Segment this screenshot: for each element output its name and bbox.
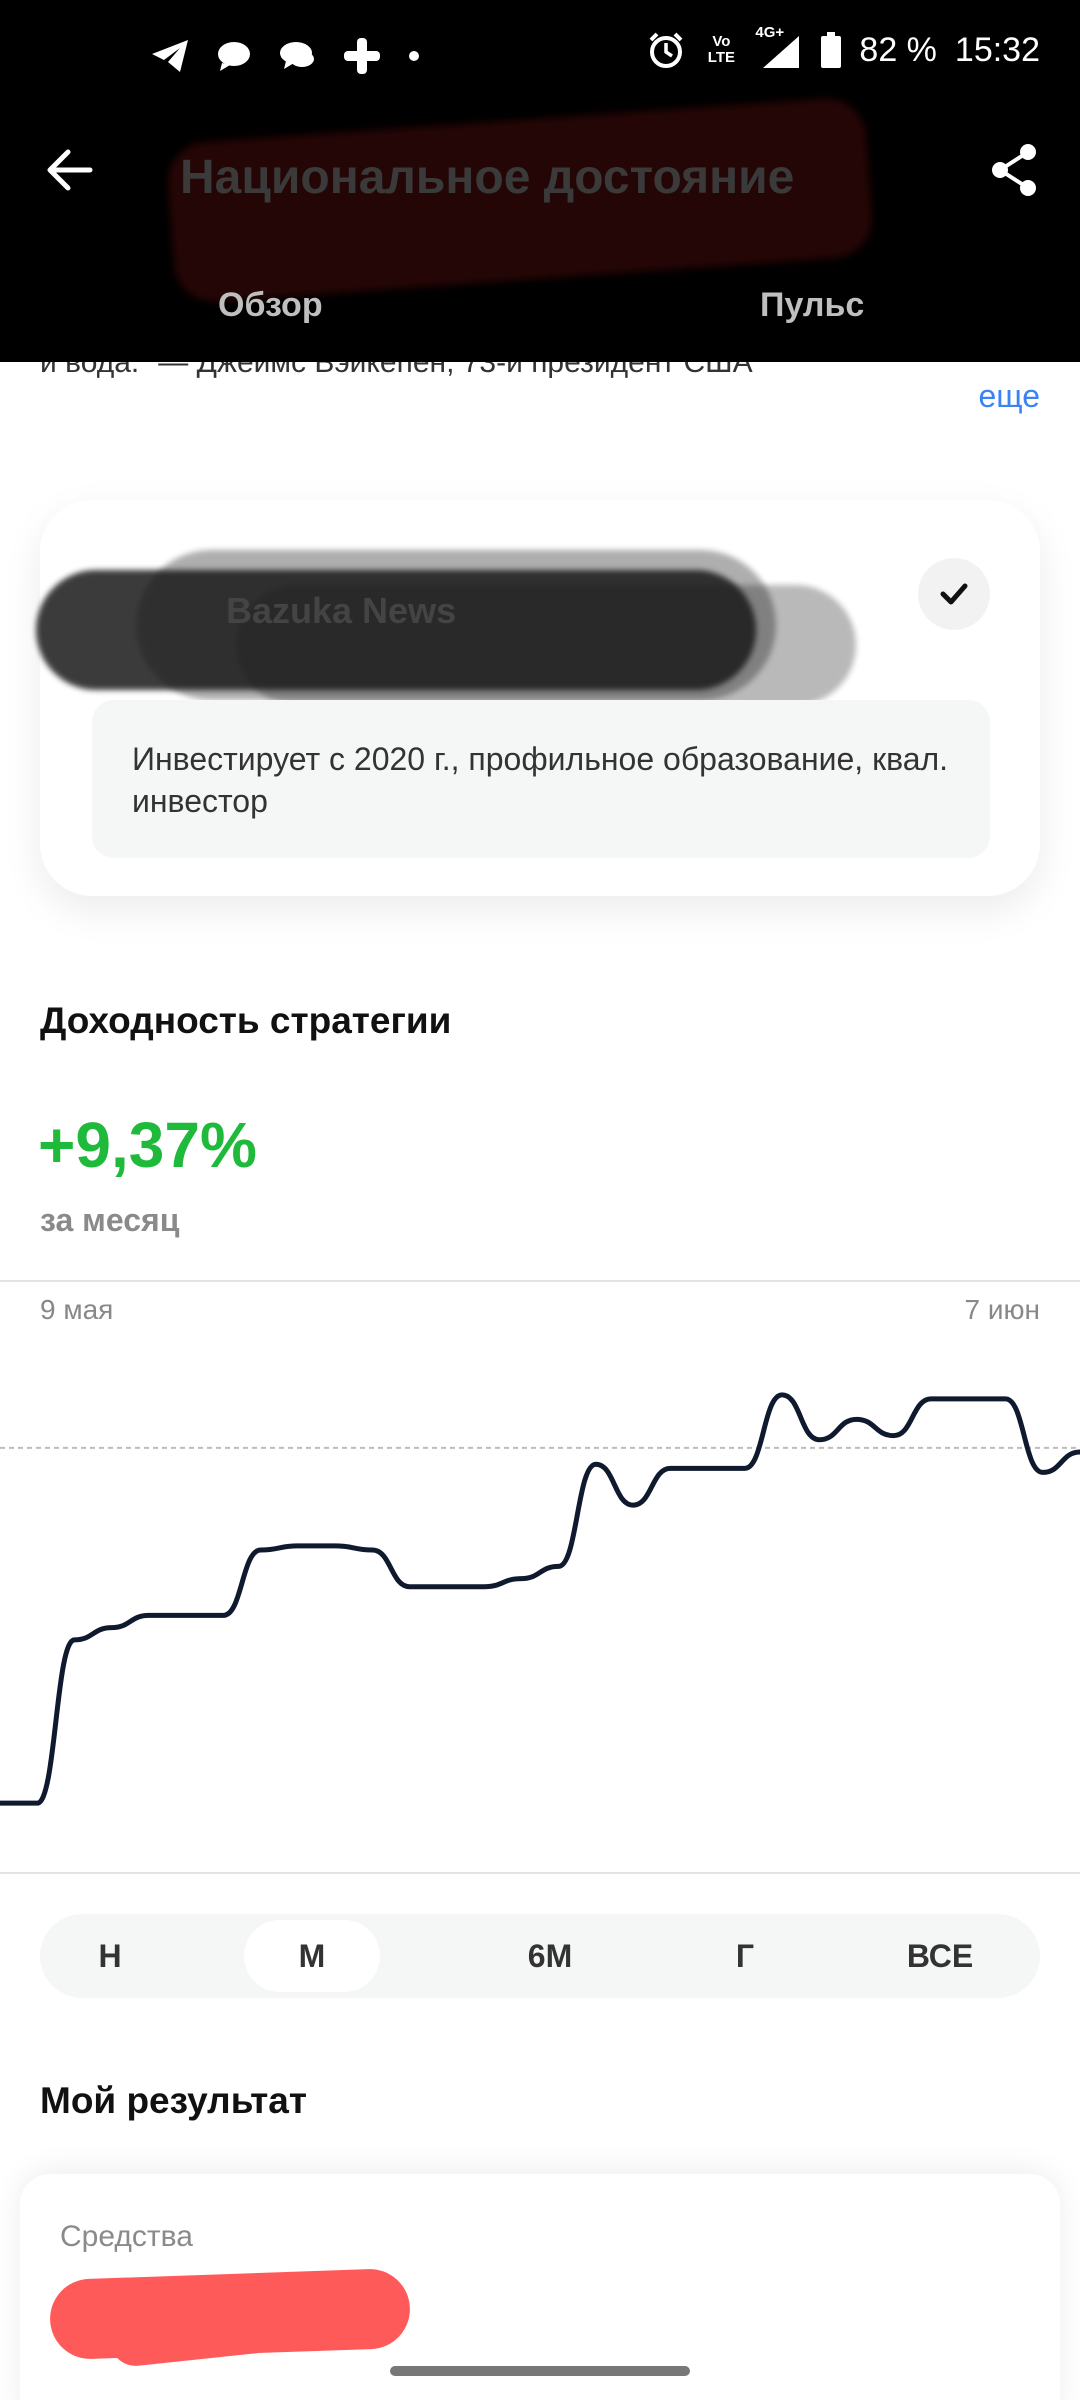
tab-pulse[interactable]: Пульс (760, 286, 864, 325)
signal-icon: 4G+ (755, 24, 803, 70)
alarm-icon (647, 31, 685, 69)
strategy-yield-period: за месяц (40, 1202, 180, 1238)
share-button[interactable] (984, 140, 1044, 200)
yield-chart[interactable]: 9 мая 7 июн (0, 1280, 1080, 1874)
arrow-left-icon (47, 149, 93, 191)
dot-icon (408, 50, 420, 62)
checkmark-icon (940, 583, 968, 605)
clock: 15:32 (954, 30, 1040, 69)
period-year[interactable]: Г (670, 1914, 820, 1998)
period-all[interactable]: ВСЕ (840, 1914, 1040, 1998)
strategy-yield-title: Доходность стратегии (40, 1000, 452, 1041)
chart-plot (0, 1392, 1080, 1806)
chart-top-divider (0, 1280, 1080, 1282)
chat-bubbles-icon (278, 39, 316, 73)
period-month[interactable]: М (244, 1920, 380, 1992)
home-indicator[interactable] (390, 2366, 690, 2376)
plus-icon (342, 36, 382, 76)
author-name: Bazuka News (226, 590, 457, 631)
telegram-icon (150, 38, 190, 74)
battery-icon (821, 32, 842, 68)
funds-label: Средства (60, 2220, 193, 2253)
period-six-months[interactable]: 6М (450, 1914, 650, 1998)
author-card[interactable]: Bazuka News Инвестирует с 2020 г., профи… (36, 500, 1040, 896)
app-bar: Vo LTE 4G+ 82 % 15:32 Национальное досто… (0, 0, 1080, 362)
back-button[interactable] (40, 140, 100, 200)
period-week[interactable]: Н (40, 1914, 180, 1998)
strategy-yield-value: +9,37% (38, 1109, 257, 1181)
yield-series-line (0, 1392, 1080, 1806)
more-link[interactable]: еще (978, 378, 1040, 415)
system-icons: Vo LTE 4G+ 82 % 15:32 (647, 24, 1040, 70)
subscribed-button[interactable] (918, 558, 990, 630)
author-bio: Инвестирует с 2020 г., профильное образо… (92, 700, 990, 858)
chat-bubble-icon (216, 39, 252, 73)
page-title-obscured: Национальное достояние (165, 95, 875, 305)
my-result-title: Мой результат (40, 2080, 308, 2121)
period-selector: Н М 6М Г ВСЕ (40, 1914, 1040, 1998)
battery-level: 82 % (859, 30, 937, 69)
notification-icons (150, 36, 420, 76)
page-title: Национальное достояние (180, 151, 795, 204)
network-type: 4G+ (755, 24, 785, 41)
volte-icon: Vo LTE (707, 33, 736, 66)
chart-bottom-divider (0, 1872, 1080, 1874)
tab-overview[interactable]: Обзор (218, 286, 323, 325)
status-bar: Vo LTE 4G+ 82 % 15:32 (0, 24, 1080, 80)
share-icon (992, 144, 1036, 196)
